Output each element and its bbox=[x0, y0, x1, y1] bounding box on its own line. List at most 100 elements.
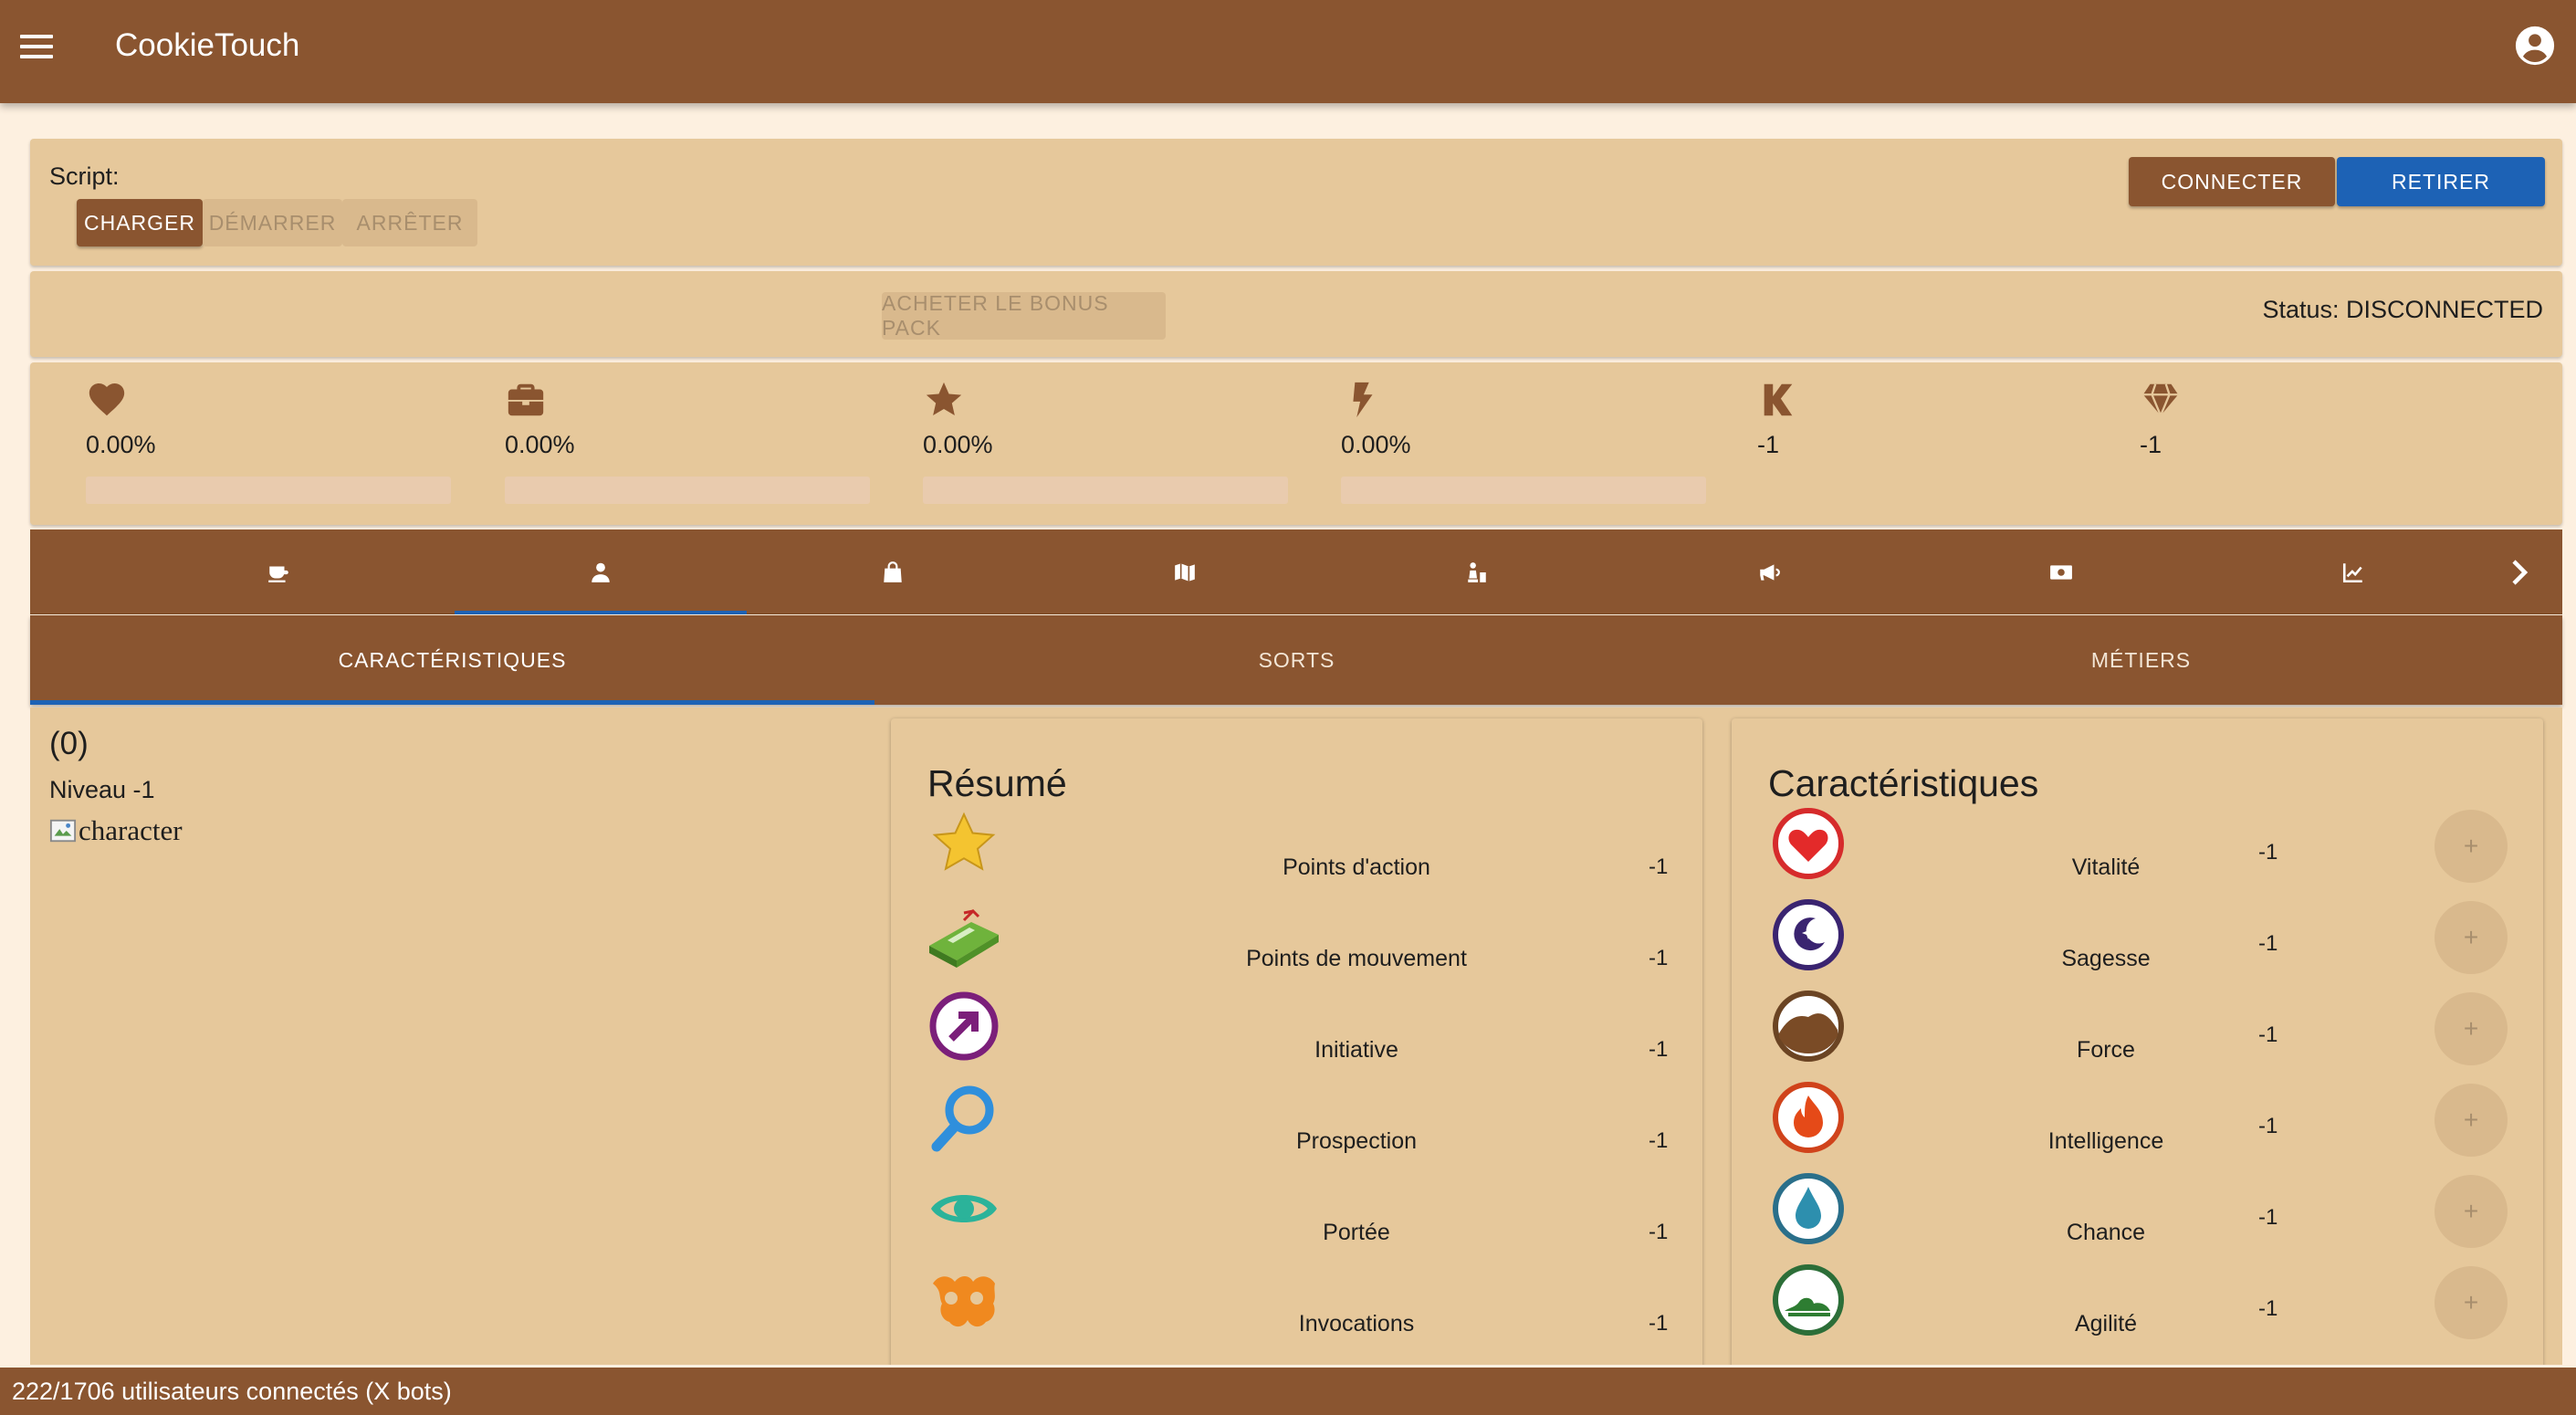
character-name: (0) bbox=[49, 726, 89, 761]
script-card: Script: CHARGER DÉMARRER ARRÊTER CONNECT… bbox=[30, 139, 2562, 266]
resume-value-movement-points: -1 bbox=[1649, 946, 1669, 970]
tab-caracteristiques[interactable]: CARACTÉRISTIQUES bbox=[30, 615, 874, 705]
icon-nav-bar bbox=[30, 529, 2562, 614]
carac-label-vitality: Vitalité bbox=[2071, 854, 2141, 880]
resume-value-action-points: -1 bbox=[1649, 854, 1669, 879]
connect-button[interactable]: CONNECTER bbox=[2129, 157, 2335, 206]
agility-plus-button[interactable]: + bbox=[2435, 1266, 2508, 1339]
resume-label-prospection: Prospection bbox=[1295, 1128, 1418, 1154]
resume-value-invocations: -1 bbox=[1649, 1311, 1669, 1336]
chance-icon bbox=[1773, 1173, 1844, 1244]
carac-label-wisdom: Sagesse bbox=[2061, 946, 2151, 971]
resume-title: Résumé bbox=[927, 762, 1067, 804]
chess-icon bbox=[1468, 561, 1486, 582]
resume-value-prospection: -1 bbox=[1649, 1128, 1669, 1153]
connection-status: Status: DISCONNECTED bbox=[2262, 296, 2543, 323]
resume-panel: Résumé Points d'action -1 Points de mouv… bbox=[891, 718, 1702, 1365]
nav-tab-coffee[interactable] bbox=[132, 529, 424, 614]
stat-pods-bar bbox=[505, 477, 870, 504]
resume-label-invocations: Invocations bbox=[1298, 1311, 1415, 1336]
chevron-right-icon bbox=[2512, 559, 2529, 585]
resume-value-initiative: -1 bbox=[1649, 1037, 1669, 1062]
tab-active-indicator bbox=[30, 700, 874, 705]
heart-icon bbox=[89, 383, 125, 416]
nav-tab-money[interactable] bbox=[1915, 529, 2207, 614]
action-points-icon bbox=[932, 812, 996, 871]
bag-icon bbox=[884, 561, 902, 582]
gem-icon bbox=[2142, 383, 2179, 419]
nav-tab-map[interactable] bbox=[1039, 529, 1331, 614]
carac-value-intelligence: -1 bbox=[2258, 1114, 2278, 1138]
movement-icon bbox=[929, 908, 999, 968]
nav-tab-announce[interactable] bbox=[1623, 529, 1915, 614]
initiative-icon bbox=[929, 991, 999, 1061]
users-connected-footer: 222/1706 utilisateurs connectés (X bots) bbox=[0, 1368, 2576, 1415]
remove-button[interactable]: RETIRER bbox=[2337, 157, 2545, 206]
sub-tabs: CARACTÉRISTIQUES SORTS MÉTIERS bbox=[30, 615, 2562, 705]
resume-label-movement-points: Points de mouvement bbox=[1246, 946, 1467, 971]
stop-button[interactable]: ARRÊTER bbox=[342, 199, 477, 246]
broken-image-icon bbox=[49, 819, 77, 843]
resume-label-action-points: Points d'action bbox=[1283, 854, 1430, 880]
chart-icon bbox=[2342, 562, 2362, 582]
invocation-icon bbox=[933, 1276, 995, 1327]
intelligence-icon bbox=[1773, 1082, 1844, 1153]
tab-sorts[interactable]: SORTS bbox=[874, 615, 1719, 705]
wisdom-icon bbox=[1773, 899, 1844, 970]
stat-health: 0.00% bbox=[86, 379, 451, 504]
stat-kamas-value: -1 bbox=[1757, 431, 1780, 458]
carac-label-agility: Agilité bbox=[2074, 1311, 2138, 1336]
bonus-card: ACHETER LE BONUS PACK Status: DISCONNECT… bbox=[30, 271, 2562, 357]
coffee-icon bbox=[268, 566, 288, 582]
nav-tab-fight[interactable] bbox=[1331, 529, 1623, 614]
nav-tab-character[interactable] bbox=[455, 529, 747, 614]
resume-value-range: -1 bbox=[1649, 1220, 1669, 1244]
account-icon[interactable] bbox=[2514, 25, 2556, 67]
strength-plus-button[interactable]: + bbox=[2435, 992, 2508, 1065]
stat-xp-value: 0.00% bbox=[923, 431, 993, 458]
star-icon bbox=[926, 382, 962, 416]
briefcase-icon bbox=[508, 383, 544, 416]
resume-label-range: Portée bbox=[1323, 1220, 1390, 1245]
app-bar: CookieTouch bbox=[0, 0, 2576, 103]
kamas-icon bbox=[1764, 383, 1793, 416]
strength-icon bbox=[1773, 991, 1844, 1062]
nav-tab-stats[interactable] bbox=[2207, 529, 2499, 614]
chance-plus-button[interactable]: + bbox=[2435, 1175, 2508, 1248]
carac-value-strength: -1 bbox=[2258, 1022, 2278, 1047]
stat-energy-value: 0.00% bbox=[1341, 431, 1411, 458]
carac-value-vitality: -1 bbox=[2258, 840, 2278, 865]
carac-label-intelligence: Intelligence bbox=[2047, 1128, 2164, 1154]
load-button[interactable]: CHARGER bbox=[77, 199, 203, 246]
carac-value-chance: -1 bbox=[2258, 1205, 2278, 1230]
stat-xp: 0.00% bbox=[923, 379, 1288, 504]
caracs-title: Caractéristiques bbox=[1768, 762, 2039, 804]
menu-icon[interactable] bbox=[18, 31, 55, 68]
stat-pods-value: 0.00% bbox=[505, 431, 575, 458]
megaphone-icon bbox=[1760, 563, 1780, 581]
caracs-panel: Caractéristiques Vitalité -1 + Sagesse -… bbox=[1732, 718, 2543, 1365]
person-icon bbox=[592, 562, 610, 582]
buy-bonus-button[interactable]: ACHETER LE BONUS PACK bbox=[882, 291, 1166, 340]
vitality-plus-button[interactable]: + bbox=[2435, 810, 2508, 883]
bolt-icon bbox=[1353, 382, 1373, 418]
magnifier-icon bbox=[931, 1085, 994, 1152]
character-level: Niveau -1 bbox=[49, 776, 155, 803]
map-icon bbox=[1175, 562, 1195, 582]
character-image-alt: character bbox=[79, 814, 183, 846]
carac-label-chance: Chance bbox=[2066, 1220, 2146, 1245]
script-label: Script: bbox=[49, 162, 120, 190]
nav-next[interactable] bbox=[2477, 529, 2562, 614]
agility-icon bbox=[1773, 1264, 1844, 1336]
stat-health-value: 0.00% bbox=[86, 431, 156, 458]
wisdom-plus-button[interactable]: + bbox=[2435, 901, 2508, 974]
start-button[interactable]: DÉMARRER bbox=[203, 199, 342, 246]
nav-tab-inventory[interactable] bbox=[747, 529, 1039, 614]
eye-icon bbox=[931, 1195, 997, 1222]
characteristics-content: (0) Niveau -1 character Résumé Points d'… bbox=[30, 708, 2562, 1365]
nav-active-indicator bbox=[455, 611, 747, 614]
carac-value-agility: -1 bbox=[2258, 1296, 2278, 1321]
tab-metiers[interactable]: MÉTIERS bbox=[1719, 615, 2563, 705]
intelligence-plus-button[interactable]: + bbox=[2435, 1084, 2508, 1157]
carac-label-strength: Force bbox=[2077, 1037, 2135, 1063]
